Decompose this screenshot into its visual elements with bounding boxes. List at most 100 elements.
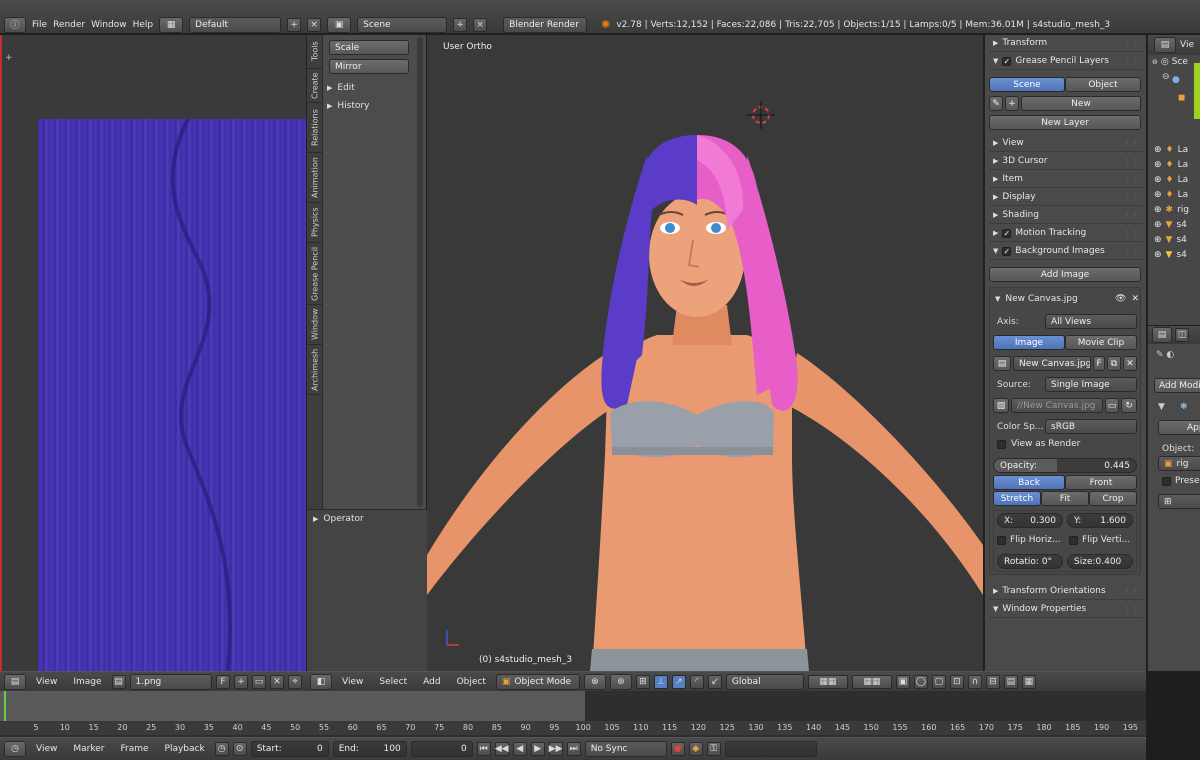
apply-button[interactable]: App	[1158, 420, 1200, 435]
pin-icon[interactable]: ⌖	[288, 674, 302, 689]
gp-layers-checkbox[interactable]: ✓	[1002, 56, 1012, 66]
jump-end-icon[interactable]: ⏭	[566, 742, 581, 756]
image-name-field[interactable]: 1.png	[129, 673, 212, 690]
panel-item[interactable]: ▶ Item ⋮⋮	[989, 171, 1143, 188]
panel-transform-orientations[interactable]: ▶ Transform Orientations ⋮⋮	[989, 583, 1143, 600]
close-icon[interactable]: ✕	[1131, 294, 1139, 304]
tab-tools[interactable]: Tools	[307, 35, 323, 69]
keyframe-only-icon[interactable]: ⊙	[232, 742, 247, 756]
pencil-icon[interactable]: ✎	[989, 96, 1003, 111]
preview-range-icon[interactable]: ◷	[214, 742, 229, 756]
opacity-slider[interactable]: Opacity: 0.445	[993, 458, 1137, 473]
crop-toggle[interactable]: Crop	[1089, 491, 1137, 506]
remove-scene-icon[interactable]: ×	[473, 17, 488, 32]
outliner-item[interactable]: ⊕ ♦ La	[1154, 160, 1189, 172]
axis-select[interactable]: All Views	[1045, 314, 1137, 329]
outliner-type-icon[interactable]: ▤	[1154, 37, 1176, 53]
add-scene-icon[interactable]: +	[453, 17, 468, 32]
image-tab[interactable]: Image	[993, 335, 1065, 350]
drag-grip-icon[interactable]: ⋮⋮	[1123, 57, 1139, 66]
panel-display[interactable]: ▶ Display ⋮⋮	[989, 189, 1143, 206]
flip-horizontal-toggle[interactable]: Flip Horiz...	[997, 535, 1061, 545]
panel-background-images[interactable]: ▼ ✓ Background Images ⋮⋮	[989, 243, 1143, 260]
drag-grip-icon[interactable]: ⋮⋮	[1123, 193, 1139, 202]
tl-menu-view[interactable]: View	[30, 744, 63, 754]
drag-grip-icon[interactable]: ⋮⋮	[1123, 157, 1139, 166]
front-toggle[interactable]: Front	[1065, 475, 1137, 490]
3d-viewport[interactable]: User Ortho (0) s4studio_mesh_3	[427, 35, 983, 671]
x-offset-field[interactable]: X: 0.300	[997, 513, 1063, 528]
record-icon[interactable]: ●	[670, 742, 685, 756]
orientation-select[interactable]: Global	[725, 673, 804, 690]
modifier-expand-icon[interactable]: ▼	[1158, 402, 1165, 412]
viewport-shading-icon[interactable]: ⊗	[583, 673, 606, 690]
timeline-editor[interactable]: 5 10 15 20 25 30 35 40 45 50 55 60 65 70 75 80 85 90 95 100…	[0, 691, 1146, 739]
menu-window[interactable]: Window	[91, 20, 127, 30]
pivot-point-icon[interactable]: ⊛	[609, 673, 632, 690]
flip-vertical-toggle[interactable]: Flip Verti...	[1069, 535, 1130, 545]
tab-window[interactable]: Window	[307, 305, 323, 345]
menu-help[interactable]: Help	[133, 20, 154, 30]
add-image-icon[interactable]: +	[234, 674, 248, 689]
render-tab-icon[interactable]: ◫	[1175, 328, 1189, 342]
tab-create[interactable]: Create	[307, 69, 323, 103]
3d-menu-object[interactable]: Object	[451, 677, 492, 687]
collapse-icon[interactable]: ⊖	[1162, 72, 1170, 82]
snap-element-icon[interactable]: ⊡	[949, 674, 964, 689]
sync-select[interactable]: No Sync	[584, 741, 667, 757]
history-panel[interactable]: ▶ History	[327, 98, 417, 114]
add-layout-icon[interactable]: +	[287, 17, 302, 32]
panel-shading[interactable]: ▶ Shading ⋮⋮	[989, 207, 1143, 224]
drag-grip-icon[interactable]: ⋮⋮	[1123, 139, 1139, 148]
view-as-render-toggle[interactable]: View as Render	[997, 439, 1080, 449]
open-image-icon[interactable]: ▭	[252, 674, 266, 689]
uv-image-editor[interactable]: +	[0, 35, 308, 671]
tab-physics[interactable]: Physics	[307, 203, 323, 243]
uv-menu-view[interactable]: View	[30, 677, 63, 687]
scale-button[interactable]: Scale	[329, 40, 409, 55]
drag-grip-icon[interactable]: ⋮⋮	[1123, 605, 1139, 614]
jump-prev-key-icon[interactable]: ◀◀	[494, 742, 509, 756]
editor-type-image-icon[interactable]: ▤	[4, 673, 26, 690]
keyframe-icon[interactable]: ⚿	[706, 742, 721, 756]
mirror-button[interactable]: Mirror	[329, 59, 409, 74]
start-frame-field[interactable]: Start: 0	[250, 741, 329, 757]
outliner-item[interactable]: ⊕ ♦ La	[1154, 145, 1189, 157]
scene-icon[interactable]: ▣	[327, 16, 352, 33]
add-image-button[interactable]: Add Image	[989, 267, 1141, 282]
drag-grip-icon[interactable]: ⋮⋮	[1123, 229, 1139, 238]
image-browse-icon[interactable]: ▤	[111, 674, 126, 689]
drag-grip-icon[interactable]: ⋮⋮	[1123, 247, 1139, 256]
image-name-field[interactable]: New Canvas.jpg	[1013, 356, 1091, 371]
motion-tracking-checkbox[interactable]: ✓	[1002, 228, 1012, 238]
drag-grip-icon[interactable]: ⋮⋮	[1123, 211, 1139, 220]
outliner-item[interactable]: ⊕ ✱ rig	[1154, 205, 1189, 217]
snap-target-icon[interactable]: ⊟	[985, 674, 1000, 689]
fit-toggle[interactable]: Fit	[1041, 491, 1089, 506]
rotation-field[interactable]: Rotatio: 0°	[997, 554, 1063, 569]
play-icon[interactable]: ▶	[530, 742, 545, 756]
mode-select[interactable]: ▣ Object Mode	[495, 673, 580, 690]
new-layer-button[interactable]: New Layer	[989, 115, 1141, 130]
new-gp-button[interactable]: New	[1021, 96, 1141, 111]
view-as-render-checkbox[interactable]	[997, 439, 1006, 449]
movie-clip-tab[interactable]: Movie Clip	[1065, 335, 1137, 350]
tl-menu-playback[interactable]: Playback	[159, 744, 211, 754]
editor-type-timeline-icon[interactable]: ◷	[4, 741, 26, 757]
fake-user-button[interactable]: F	[1093, 356, 1105, 371]
menu-file[interactable]: File	[32, 20, 47, 30]
uv-menu-image[interactable]: Image	[67, 677, 107, 687]
camera-render-icon[interactable]: ▦	[1021, 674, 1036, 689]
outliner-item[interactable]: ⊕ ▼ s4	[1154, 250, 1189, 262]
pack-icon[interactable]: ⧉	[1107, 356, 1121, 371]
tab-animation[interactable]: Animation	[307, 153, 323, 203]
manipulator-icon[interactable]: ⊞	[635, 674, 650, 689]
flip-vertical-checkbox[interactable]	[1069, 535, 1078, 545]
edit-panel[interactable]: ▶ Edit	[327, 80, 417, 96]
panel-grease-pencil-layers[interactable]: ▼ ✓ Grease Pencil Layers ⋮⋮	[989, 53, 1143, 70]
translate-icon[interactable]: ⟂	[653, 674, 668, 689]
panel-window-properties[interactable]: ▼ Window Properties ⋮⋮	[989, 601, 1143, 618]
scale-icon-2[interactable]: ↙	[707, 674, 722, 689]
snap-icon[interactable]: ▢	[931, 674, 946, 689]
current-frame-marker[interactable]	[4, 691, 6, 721]
